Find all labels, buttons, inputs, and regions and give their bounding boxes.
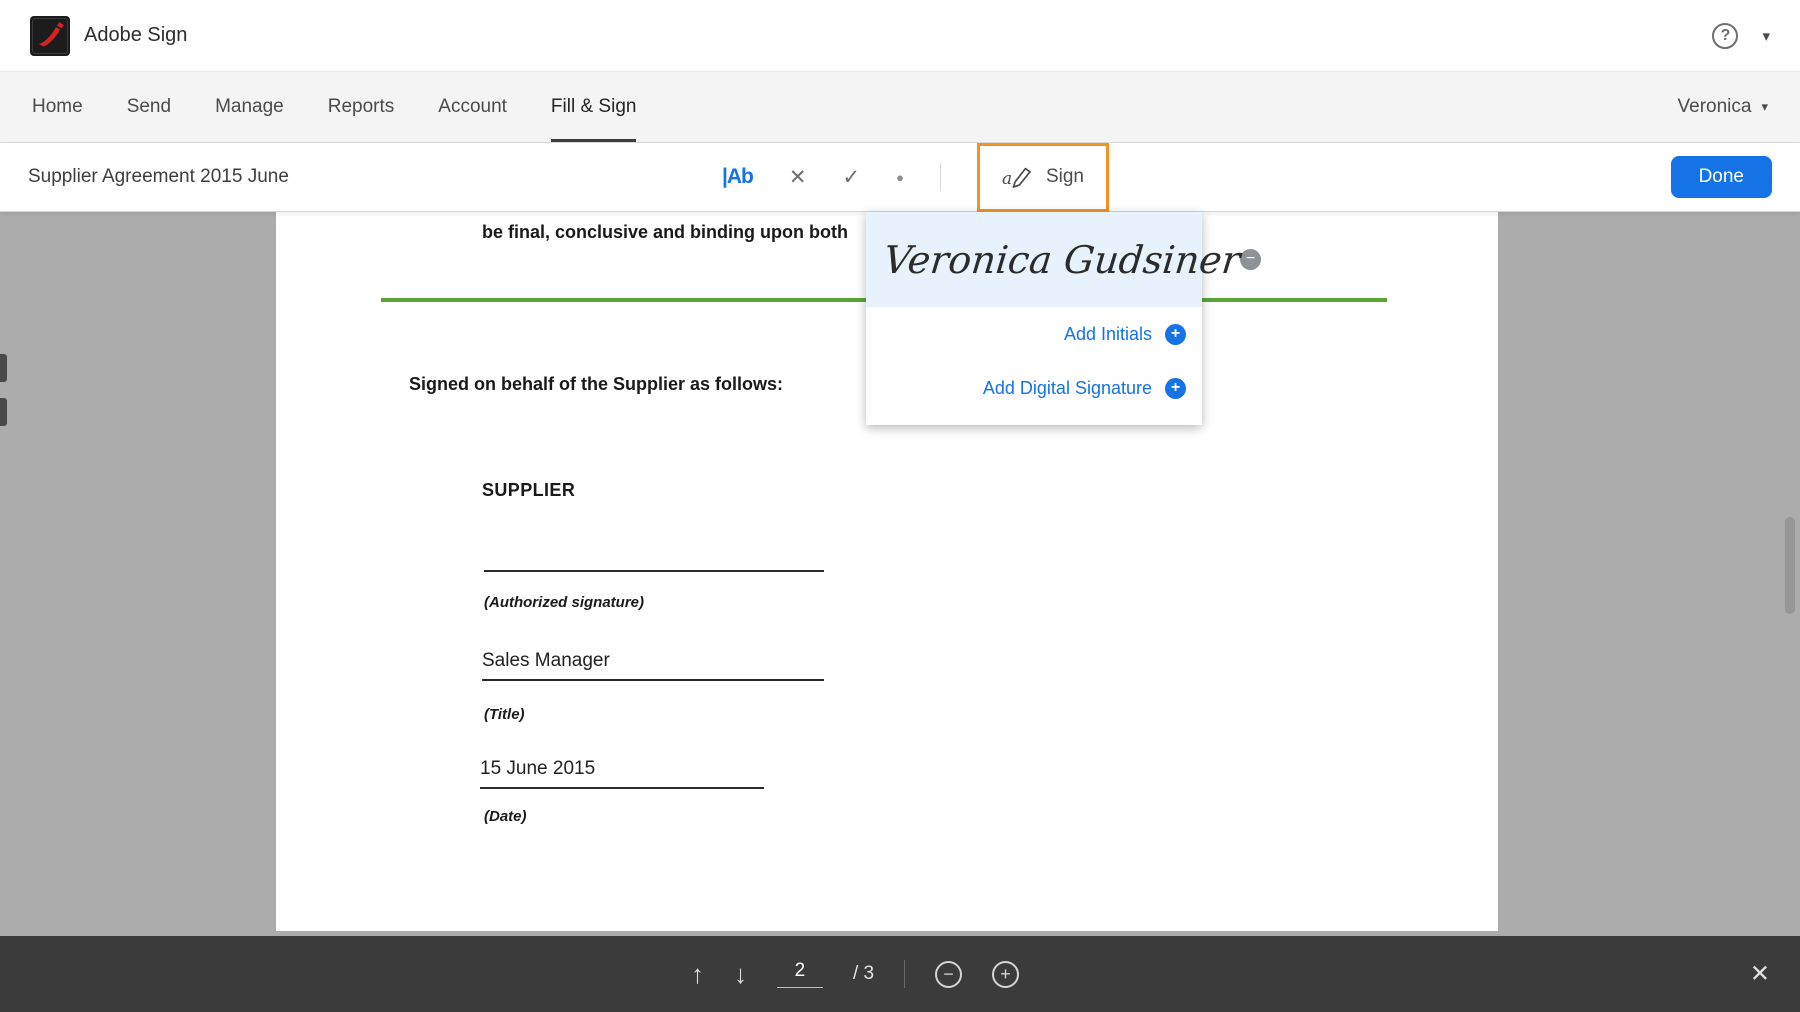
close-icon[interactable]: ✕ xyxy=(1750,960,1770,989)
pager-controls: ↑ ↓ / 3 − + xyxy=(691,960,1019,988)
tab-send[interactable]: Send xyxy=(127,72,171,142)
title-field-value[interactable]: Sales Manager xyxy=(482,650,824,681)
sign-button-label: Sign xyxy=(1046,166,1084,188)
cross-mark-tool-icon[interactable]: ✕ xyxy=(789,165,807,190)
saved-signature-option[interactable]: Veronica Gudsiner − xyxy=(866,212,1202,307)
tab-account[interactable]: Account xyxy=(438,72,507,142)
top-bar: Adobe Sign ? ▾ xyxy=(0,0,1800,72)
add-initials-label: Add Initials xyxy=(1064,324,1152,345)
nav-tabs: Home Send Manage Reports Account Fill & … xyxy=(32,72,636,142)
tab-fill-and-sign[interactable]: Fill & Sign xyxy=(551,72,637,142)
bottom-bar: ↑ ↓ / 3 − + ✕ xyxy=(0,936,1800,1012)
left-edge-mark xyxy=(0,354,7,382)
date-field-value[interactable]: 15 June 2015 xyxy=(480,758,764,789)
check-mark-tool-icon[interactable]: ✓ xyxy=(842,165,860,190)
signature-pen-icon: a xyxy=(1002,164,1034,190)
toolbar-tools: |Ab ✕ ✓ ● a Sign xyxy=(722,143,1109,211)
add-digital-signature-plus-icon: + xyxy=(1165,378,1186,399)
svg-text:a: a xyxy=(1002,169,1012,189)
main-nav: Home Send Manage Reports Account Fill & … xyxy=(0,72,1800,143)
left-edge-mark xyxy=(0,398,7,426)
document-heading: Signed on behalf of the Supplier as foll… xyxy=(409,374,783,395)
user-chevron-down-icon: ▾ xyxy=(1761,99,1768,115)
tab-home[interactable]: Home xyxy=(32,72,83,142)
fill-sign-toolbar: Supplier Agreement 2015 June |Ab ✕ ✓ ● a… xyxy=(0,143,1800,212)
zoom-out-icon[interactable]: − xyxy=(935,961,962,988)
adobe-sign-app: Adobe Sign ? ▾ Home Send Manage Reports … xyxy=(0,0,1800,1012)
done-button[interactable]: Done xyxy=(1671,156,1772,198)
topbar-right: ? ▾ xyxy=(1712,23,1770,49)
zoom-in-icon[interactable]: + xyxy=(992,961,1019,988)
signature-blank-line[interactable] xyxy=(484,570,824,572)
next-page-arrow-icon[interactable]: ↓ xyxy=(734,961,747,987)
add-digital-signature-label: Add Digital Signature xyxy=(983,378,1152,399)
user-menu[interactable]: Veronica ▾ xyxy=(1678,72,1768,142)
page-total-label: / 3 xyxy=(853,963,874,985)
document-title: Supplier Agreement 2015 June xyxy=(28,166,289,188)
add-digital-signature-option[interactable]: Add Digital Signature + xyxy=(866,361,1202,415)
pager-divider xyxy=(904,960,905,988)
authorized-signature-caption: (Authorized signature) xyxy=(484,594,644,611)
previous-page-arrow-icon[interactable]: ↑ xyxy=(691,961,704,987)
page-number-input[interactable] xyxy=(777,960,823,988)
vertical-scrollbar-thumb[interactable] xyxy=(1785,517,1795,614)
add-initials-option[interactable]: Add Initials + xyxy=(866,307,1202,361)
toolbar-divider xyxy=(940,163,941,191)
brand: Adobe Sign xyxy=(30,16,187,56)
help-icon[interactable]: ? xyxy=(1712,23,1738,49)
add-text-tool[interactable]: |Ab xyxy=(722,165,753,189)
user-name: Veronica xyxy=(1678,96,1752,118)
date-caption: (Date) xyxy=(484,808,527,825)
sign-dropdown-menu: Veronica Gudsiner − Add Initials + Add D… xyxy=(866,212,1202,425)
tab-manage[interactable]: Manage xyxy=(215,72,284,142)
supplier-label: SUPPLIER xyxy=(482,480,575,501)
adobe-sign-logo-icon xyxy=(30,16,70,56)
tab-reports[interactable]: Reports xyxy=(328,72,395,142)
sign-button[interactable]: a Sign xyxy=(977,143,1109,212)
title-caption: (Title) xyxy=(484,706,525,723)
dot-tool-icon[interactable]: ● xyxy=(896,170,904,185)
document-clipped-text: be final, conclusive and binding upon bo… xyxy=(482,222,848,243)
add-initials-plus-icon: + xyxy=(1165,324,1186,345)
saved-signature-name: Veronica Gudsiner xyxy=(882,238,1243,282)
app-title: Adobe Sign xyxy=(84,24,187,47)
topbar-chevron-down-icon[interactable]: ▾ xyxy=(1762,27,1770,45)
remove-signature-icon[interactable]: − xyxy=(1240,249,1261,270)
